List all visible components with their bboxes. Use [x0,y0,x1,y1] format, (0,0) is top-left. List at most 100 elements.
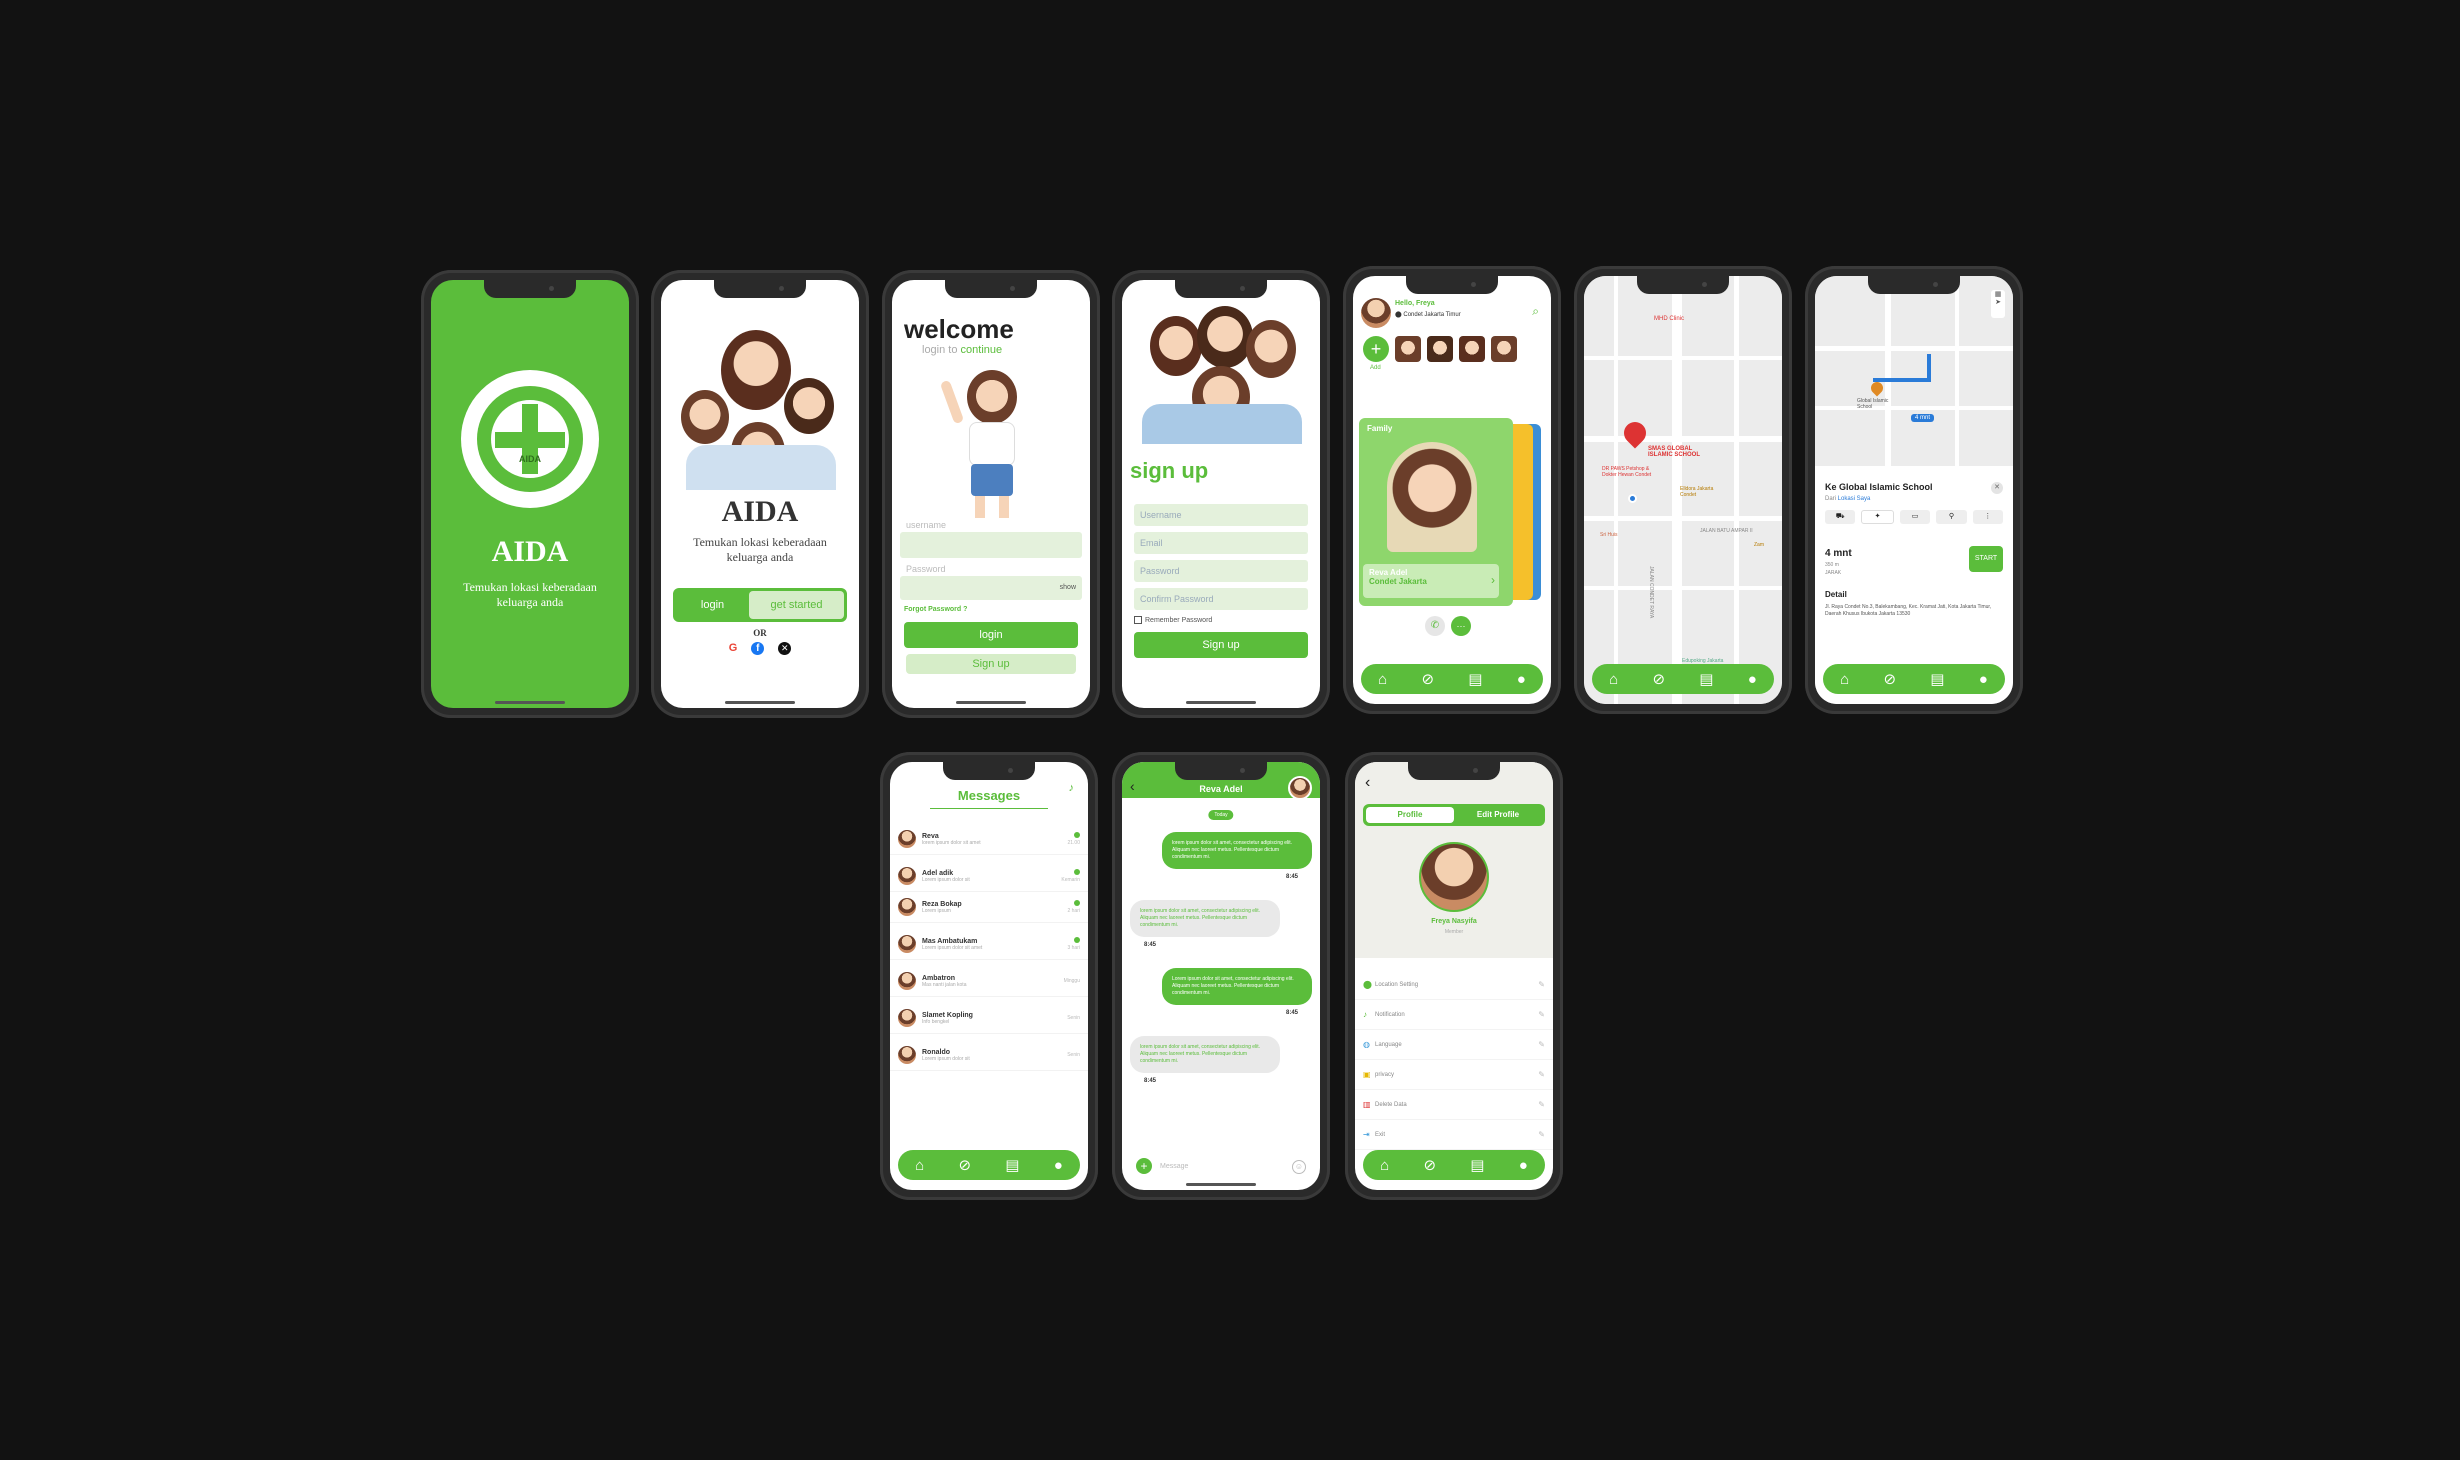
home-icon[interactable]: ⌂ [1840,672,1849,687]
place-label: Sri Huis [1600,532,1618,538]
home-icon[interactable]: ⌂ [1378,672,1387,687]
remember-password-checkbox[interactable]: Remember Password [1134,616,1212,624]
attach-button[interactable]: + [1136,1158,1152,1174]
bell-icon: ♪ [1363,1010,1367,1019]
profile-icon[interactable]: ● [1054,1158,1063,1173]
route-map[interactable] [1815,276,2013,466]
signup-email-field[interactable]: Email [1134,532,1308,554]
chat-phone: ‹ Reva Adel Today lorem ipsum dolor sit … [1112,752,1330,1200]
x-icon[interactable]: ✕ [778,642,792,655]
message-time: 8:45 [1285,1010,1298,1016]
facebook-icon[interactable]: f [751,642,765,655]
bell-icon[interactable]: ♪ [1069,782,1075,794]
chat-icon[interactable]: ▤ [1699,672,1713,687]
chat-icon[interactable]: ▤ [1470,1158,1484,1173]
chat-icon[interactable]: ▤ [1930,672,1944,687]
chat-icon[interactable]: ▤ [1468,672,1482,687]
signup-username-field[interactable]: Username [1134,504,1308,526]
username-input[interactable] [900,532,1082,558]
start-button[interactable]: START [1969,546,2003,572]
conversation-row[interactable]: Adel adik Lorem ipsum dolor sit Kemarin [890,861,1088,892]
message-bubble-in: lorem ipsum dolor sit amet, consectetur … [1130,1036,1280,1073]
conversation-row[interactable]: Reva lorem ipsum dolor sit amet 21.00 [890,824,1088,855]
conversation-row[interactable]: Ronaldo Lorem ipsum dolor sit Senin [890,1040,1088,1071]
family-card[interactable]: Family Reva Adel Condet Jakarta › [1359,418,1513,606]
login-submit-button[interactable]: login [904,622,1078,648]
close-icon[interactable]: ✕ [1991,482,2003,494]
splash-phone: AIDA AIDA Temukan lokasi keberadaan kelu… [421,270,639,718]
member-thumb[interactable] [1395,336,1421,362]
family-card-label: Family [1367,424,1393,433]
home-icon[interactable]: ⌂ [1380,1158,1389,1173]
signup-confirm-field[interactable]: Confirm Password [1134,588,1308,610]
messages-title: Messages [957,788,1021,803]
member-info-box[interactable]: Reva Adel Condet Jakarta › [1363,564,1499,598]
chat-button[interactable]: ··· [1451,616,1471,636]
route-distance: 350 m [1825,562,1839,568]
bottom-nav: ⌂ ⊘ ▤ ● [1363,1150,1545,1180]
tab-edit-profile[interactable]: Edit Profile [1454,807,1542,823]
more-mode-icon[interactable]: ⋮ [1972,510,2004,524]
forgot-password-link[interactable]: Forgot Password ? [904,606,967,613]
profile-screen: ‹ Profile Edit Profile Freya Nasyifa Mem… [1355,762,1553,1190]
conversation-row[interactable]: Reza Bokap Lorem ipsum 2 hari [890,892,1088,923]
compass-icon[interactable]: ⊘ [1423,1158,1436,1173]
compass-icon[interactable]: ⊘ [1652,672,1665,687]
profile-icon[interactable]: ● [1748,672,1757,687]
password-input[interactable]: show [900,576,1082,600]
place-label: Elldora Jakarta Condet [1680,486,1714,498]
bus-mode-icon[interactable]: ▭ [1899,510,1931,524]
chat-screen: ‹ Reva Adel Today lorem ipsum dolor sit … [1122,762,1320,1190]
member-thumb[interactable] [1491,336,1517,362]
call-button[interactable]: ✆ [1425,616,1445,636]
setting-language[interactable]: ◍ Language ✎ [1355,1030,1553,1060]
car-mode-icon[interactable]: ⛟ [1825,510,1856,524]
compass-icon[interactable]: ⊘ [1421,672,1434,687]
get-started-button[interactable]: get started [749,591,844,619]
setting-location[interactable]: ⬤ Location Setting ✎ [1355,970,1553,1000]
setting-delete-data[interactable]: ▥ Delete Data ✎ [1355,1090,1553,1120]
show-password-toggle[interactable]: show [1060,584,1076,591]
edit-icon: ✎ [1538,1130,1545,1139]
profile-icon[interactable]: ● [1517,672,1526,687]
conversation-row[interactable]: Mas Ambatukam Lorem ipsum dolor sit amet … [890,929,1088,960]
message-bubble-in: lorem ipsum dolor sit amet, consectetur … [1130,900,1280,937]
google-icon[interactable]: G [729,642,738,655]
home-phone: Hello, Freya ⬤ Condet Jakarta Timur ⌕ + … [1343,266,1561,714]
lock-icon: ▣ [1363,1070,1371,1079]
member-thumb[interactable] [1427,336,1453,362]
walk-mode-icon[interactable]: ✦ [1861,510,1894,524]
add-label: Add [1370,365,1381,371]
signup-submit-button[interactable]: Sign up [1134,632,1308,658]
profile-icon[interactable]: ● [1519,1158,1528,1173]
contact-avatar[interactable] [1288,776,1312,800]
profile-avatar[interactable] [1419,842,1489,912]
edit-icon: ✎ [1538,1100,1545,1109]
profile-icon[interactable]: ● [1979,672,1988,687]
compass-icon[interactable]: ⊘ [1883,672,1896,687]
message-input[interactable]: Message [1160,1163,1188,1170]
member-thumb[interactable] [1459,336,1485,362]
signup-link-button[interactable]: Sign up [906,654,1076,674]
setting-privacy[interactable]: ▣ privacy ✎ [1355,1060,1553,1090]
setting-exit[interactable]: ⇥ Exit ✎ [1355,1120,1553,1150]
emoji-icon[interactable]: ☺ [1292,1160,1306,1174]
compass-icon[interactable]: ⊘ [958,1158,971,1173]
back-arrow-icon[interactable]: ‹ [1365,774,1370,792]
search-icon[interactable]: ⌕ [1532,304,1539,319]
layers-icon[interactable]: ▦ ➤ [1991,290,2005,318]
settings-list: ⬤ Location Setting ✎ ♪ Notification ✎ ◍ Langu… [1355,970,1553,1150]
add-member-button[interactable]: + [1363,336,1389,362]
chevron-right-icon[interactable]: › [1491,573,1495,587]
tab-profile[interactable]: Profile [1366,807,1454,823]
conversation-row[interactable]: Slamet Kopling Info bengkel Senin [890,1003,1088,1034]
bike-mode-icon[interactable]: ⚲ [1936,510,1967,524]
login-button[interactable]: login [676,591,749,619]
setting-notification[interactable]: ♪ Notification ✎ [1355,1000,1553,1030]
home-icon[interactable]: ⌂ [915,1158,924,1173]
conversation-row[interactable]: Ambatron Mas nanti jalan kota Minggu [890,966,1088,997]
user-avatar[interactable] [1361,298,1391,328]
chat-icon[interactable]: ▤ [1005,1158,1019,1173]
home-icon[interactable]: ⌂ [1609,672,1618,687]
signup-password-field[interactable]: Password [1134,560,1308,582]
